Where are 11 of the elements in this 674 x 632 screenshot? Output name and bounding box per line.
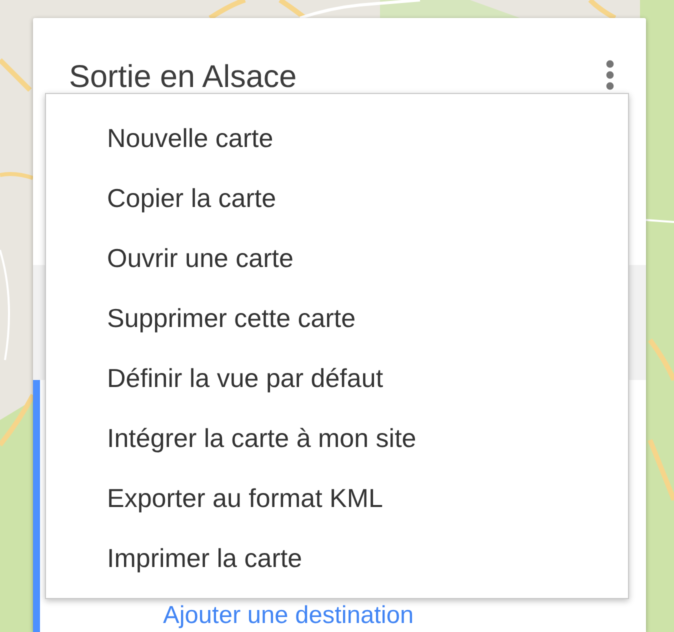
menu-item[interactable]: Intégrer la carte à mon site — [46, 408, 628, 468]
menu-item[interactable]: Ouvrir une carte — [46, 228, 628, 288]
menu-item[interactable]: Définir la vue par défaut — [46, 348, 628, 408]
menu-item[interactable]: Copier la carte — [46, 168, 628, 228]
menu-item[interactable]: Imprimer la carte — [46, 528, 628, 588]
menu-item[interactable]: Supprimer cette carte — [46, 288, 628, 348]
add-destination-link[interactable]: Ajouter une destination — [163, 601, 414, 631]
menu-item[interactable]: Nouvelle carte — [46, 108, 628, 168]
more-vertical-icon — [606, 60, 614, 90]
map-title: Sortie en Alsace — [69, 57, 297, 96]
menu-item[interactable]: Exporter au format KML — [46, 468, 628, 528]
